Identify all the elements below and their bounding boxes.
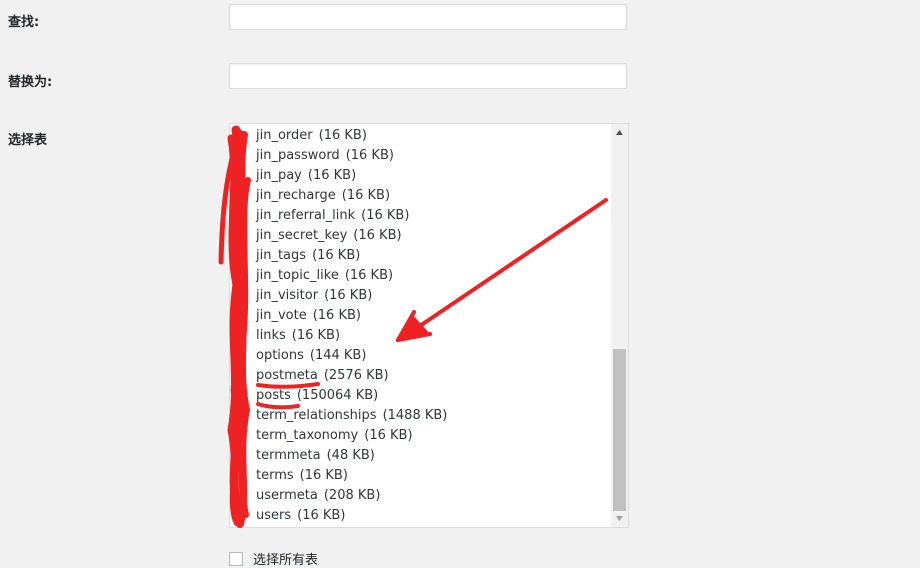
table-option[interactable]: jin_vote (16 KB) xyxy=(230,306,610,326)
table-name: jin_recharge xyxy=(256,188,336,203)
table-name: term_relationships xyxy=(256,408,377,423)
table-size: (1488 KB) xyxy=(382,408,448,423)
table-name: jin_password xyxy=(256,148,340,163)
table-name: links xyxy=(256,328,286,343)
table-size: (150064 KB) xyxy=(296,388,379,403)
replace-input[interactable] xyxy=(229,63,627,89)
table-size: (16 KB) xyxy=(345,148,394,163)
table-size: (16 KB) xyxy=(341,188,391,203)
scroll-up-button[interactable] xyxy=(611,124,628,141)
table-option[interactable]: jin_secret_key (16 KB) xyxy=(230,226,610,246)
table-name: jin_topic_like xyxy=(256,268,339,283)
table-options: jin_order (16 KB) jin_password (16 KB) jin_p… xyxy=(230,126,610,526)
table-option[interactable]: usermeta (208 KB) xyxy=(230,486,610,506)
table-option[interactable]: jin_pay (16 KB) xyxy=(230,166,610,186)
table-option[interactable]: term_relationships (1488 KB) xyxy=(230,406,610,426)
table-option[interactable]: options (144 KB) xyxy=(230,346,610,366)
table-option[interactable]: jin_order (16 KB) xyxy=(230,126,610,146)
table-size: (16 KB) xyxy=(318,128,367,143)
table-option[interactable]: links (16 KB) xyxy=(230,326,610,346)
table-size: (16 KB) xyxy=(297,508,346,523)
table-name: posts xyxy=(256,388,291,403)
table-name: terms xyxy=(256,468,294,483)
table-option[interactable]: terms (16 KB) xyxy=(230,466,610,486)
table-name: jin_pay xyxy=(256,168,302,183)
table-option[interactable]: users (16 KB) xyxy=(230,506,610,526)
table-name: term_taxonomy xyxy=(256,428,359,443)
table-select-list[interactable]: jin_order (16 KB) jin_password (16 KB) jin_p… xyxy=(229,123,629,528)
table-size: (16 KB) xyxy=(299,468,348,483)
table-option[interactable]: jin_recharge (16 KB) xyxy=(230,186,610,206)
table-name: jin_secret_key xyxy=(256,228,348,243)
table-name: postmeta xyxy=(256,368,318,383)
select-table-label: 选择表 xyxy=(8,133,48,148)
table-name: jin_referral_link xyxy=(256,208,356,223)
table-size: (16 KB) xyxy=(324,288,373,303)
table-size: (16 KB) xyxy=(291,328,341,343)
table-size: (16 KB) xyxy=(344,268,394,283)
table-name: jin_order xyxy=(256,128,313,143)
table-option[interactable]: jin_visitor (16 KB) xyxy=(230,286,610,306)
table-name: users xyxy=(256,508,292,523)
table-option[interactable]: postmeta (2576 KB) xyxy=(230,366,610,386)
replace-label: 替换为: xyxy=(8,75,53,90)
table-size: (16 KB) xyxy=(364,428,413,443)
table-option[interactable]: posts (150064 KB) xyxy=(230,386,610,406)
table-size: (208 KB) xyxy=(323,488,381,503)
table-name: termmeta xyxy=(256,448,321,463)
scroll-down-button[interactable] xyxy=(611,510,628,527)
table-option[interactable]: term_taxonomy (16 KB) xyxy=(230,426,610,446)
triangle-down-icon xyxy=(616,516,623,521)
table-size: (16 KB) xyxy=(312,248,361,263)
scrollbar-thumb[interactable] xyxy=(613,349,626,511)
table-option[interactable]: jin_tags (16 KB) xyxy=(230,246,610,266)
table-option[interactable]: jin_password (16 KB) xyxy=(230,146,610,166)
table-name: jin_tags xyxy=(256,248,307,263)
table-size: (16 KB) xyxy=(307,168,357,183)
select-all-row[interactable]: 选择所有表 xyxy=(229,549,318,568)
find-input[interactable] xyxy=(229,4,627,30)
table-option[interactable]: jin_referral_link (16 KB) xyxy=(230,206,610,226)
table-name: usermeta xyxy=(256,488,318,503)
table-size: (16 KB) xyxy=(361,208,410,223)
select-all-checkbox[interactable] xyxy=(229,551,243,566)
find-label: 查找: xyxy=(8,15,40,30)
table-option[interactable]: jin_topic_like (16 KB) xyxy=(230,266,610,286)
table-size: (16 KB) xyxy=(353,228,402,243)
select-all-label: 选择所有表 xyxy=(253,553,319,568)
table-size: (144 KB) xyxy=(309,348,367,363)
table-name: jin_vote xyxy=(256,308,307,323)
table-size: (48 KB) xyxy=(326,448,375,463)
table-name: jin_visitor xyxy=(256,288,319,303)
table-option[interactable]: termmeta (48 KB) xyxy=(230,446,610,466)
table-name: options xyxy=(256,348,304,363)
triangle-up-icon xyxy=(616,130,623,135)
table-size: (2576 KB) xyxy=(323,368,389,383)
list-scrollbar[interactable] xyxy=(611,124,628,527)
table-size: (16 KB) xyxy=(312,308,361,323)
